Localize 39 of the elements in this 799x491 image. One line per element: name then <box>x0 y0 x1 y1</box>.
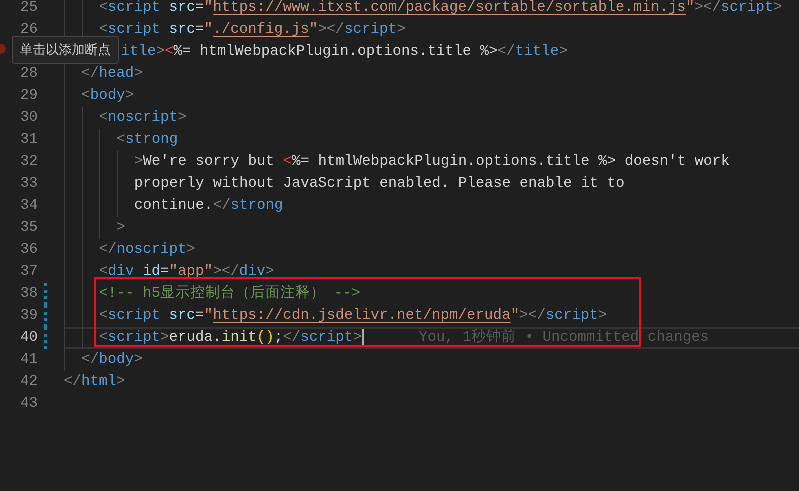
code-line: </head> <box>82 66 143 82</box>
text-cursor <box>362 329 364 347</box>
code-line: <script src="https://cdn.jsdelivr.net/npm/eruda"></script> <box>99 308 608 324</box>
line-number: 25 <box>19 0 39 16</box>
line-number: 42 <box>19 374 39 390</box>
line-number: 35 <box>19 220 39 236</box>
line-number: 43 <box>19 396 39 412</box>
tooltip: 单击以添加断点 <box>12 36 119 64</box>
code-line: <script src="https://www.itxst.com/package/sortable/sortable.min.js"></script> <box>99 0 782 16</box>
line-number: 31 <box>19 132 39 148</box>
line-number: 41 <box>19 352 39 368</box>
code-line: <strong <box>116 132 178 148</box>
code-line: >We're sorry but <%= htmlWebpackPlugin.options.title %> doesn't work <box>134 154 730 170</box>
line-number: 26 <box>19 22 39 38</box>
blame-annotation: You, 1秒钟前 • Uncommitted changes <box>418 330 710 346</box>
line-number: 38 <box>19 286 39 302</box>
code-line: </body> <box>82 352 143 368</box>
code-comment: <!-- h5显示控制台（后面注释） --> <box>99 286 361 302</box>
line-number: 32 <box>19 154 39 170</box>
line-number: 37 <box>19 264 39 280</box>
code-line: </noscript> <box>99 242 196 258</box>
line-number: 36 <box>19 242 39 258</box>
code-line: <script>eruda.init();</script> <box>99 330 362 346</box>
line-number: 33 <box>19 176 39 192</box>
code-line: continue.</strong <box>134 198 284 214</box>
code-line: <div id="app"></div> <box>99 264 274 280</box>
line-number: 40 <box>19 330 39 346</box>
line-number: 29 <box>19 88 39 104</box>
code-line: <body> <box>82 88 134 104</box>
code-line: <noscript> <box>99 110 187 126</box>
code-line: properly without JavaScript enabled. Please enable it to <box>134 176 625 192</box>
line-number: 34 <box>19 198 39 214</box>
code-line: </html> <box>64 374 126 390</box>
code-line: > <box>116 220 126 236</box>
code-line: itle><%= htmlWebpackPlugin.options.title %></title> <box>121 44 568 60</box>
line-number: 28 <box>19 66 39 82</box>
code-line: <script src="./config.js"></script> <box>99 22 406 38</box>
line-number: 30 <box>19 110 39 126</box>
line-number: 39 <box>19 308 39 324</box>
